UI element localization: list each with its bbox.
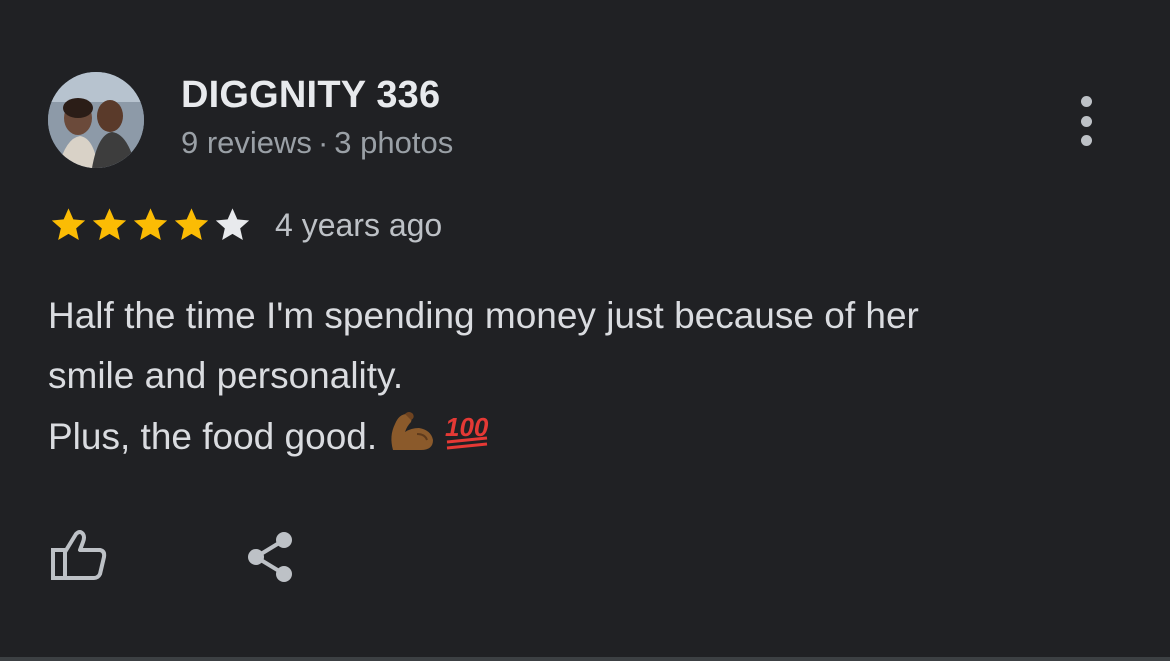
- more-vert-icon: [1080, 96, 1092, 107]
- like-button[interactable]: [50, 528, 108, 582]
- review-card: DIGGNITY 336 9 reviews · 3 photos 4 years …: [0, 0, 1170, 655]
- author-name[interactable]: DIGGNITY 336: [181, 74, 440, 117]
- star-filled-icon: [174, 208, 209, 240]
- review-text: Half the time I'm spending money just be…: [48, 286, 1108, 472]
- share-button[interactable]: [244, 530, 296, 584]
- more-options-button[interactable]: [1066, 92, 1106, 150]
- review-text-line: Half the time I'm spending money just be…: [48, 295, 919, 336]
- hundred-points-emoji: 100: [443, 406, 491, 472]
- review-text-line: Plus, the food good. 100: [48, 406, 1108, 472]
- rating-row: 4 years ago: [48, 205, 442, 245]
- star-filled-icon: [92, 208, 127, 240]
- more-vert-icon-dot: [1080, 135, 1092, 146]
- share-icon: [248, 532, 292, 582]
- thumbs-up-icon: [51, 530, 107, 580]
- review-text-line-3: Plus, the food good.: [48, 415, 378, 457]
- star-filled-icon: [51, 208, 86, 240]
- avatar[interactable]: [48, 72, 144, 168]
- meta-separator: ·: [317, 125, 329, 160]
- flexed-biceps-emoji: [387, 406, 437, 472]
- review-text-line: smile and personality.: [48, 355, 404, 396]
- more-vert-icon-dot: [1080, 115, 1092, 127]
- reviews-count: 9 reviews: [181, 125, 312, 160]
- author-meta: 9 reviews · 3 photos: [181, 125, 453, 161]
- star-filled-icon: [133, 208, 168, 240]
- bottom-divider: [0, 657, 1170, 661]
- photos-count: 3 photos: [334, 125, 454, 160]
- star-rating: [48, 205, 253, 245]
- review-date: 4 years ago: [275, 206, 443, 243]
- avatar-photo: [48, 72, 144, 168]
- star-empty-icon: [215, 208, 250, 240]
